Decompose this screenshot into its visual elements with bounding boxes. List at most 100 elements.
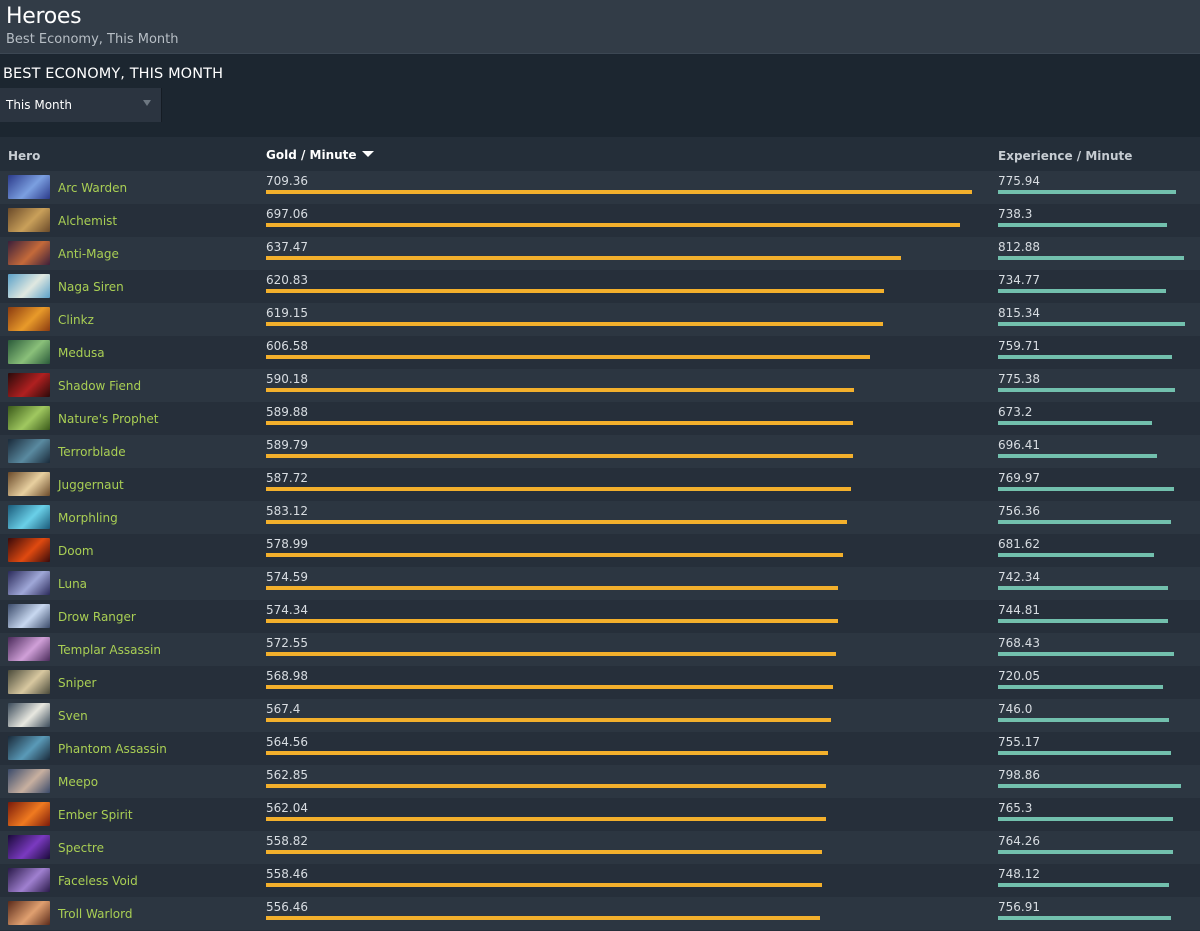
xpm-value: 734.77	[998, 273, 1040, 287]
xpm-value: 755.17	[998, 735, 1040, 749]
hero-portrait[interactable]	[8, 604, 50, 628]
table-row: Ember Spirit 562.04 765.3	[0, 798, 1200, 831]
hero-portrait[interactable]	[8, 505, 50, 529]
hero-portrait[interactable]	[8, 703, 50, 727]
hero-portrait[interactable]	[8, 472, 50, 496]
gpm-bar	[266, 784, 826, 788]
hero-name-link[interactable]: Alchemist	[58, 214, 117, 228]
hero-name-link[interactable]: Naga Siren	[58, 280, 124, 294]
table-row: Clinkz 619.15 815.34	[0, 303, 1200, 336]
hero-portrait[interactable]	[8, 208, 50, 232]
gpm-value: 589.79	[266, 438, 308, 452]
gpm-value: 562.85	[266, 768, 308, 782]
hero-name-link[interactable]: Troll Warlord	[58, 907, 132, 921]
hero-name-link[interactable]: Juggernaut	[58, 478, 124, 492]
gpm-bar	[266, 685, 833, 689]
gpm-value: 556.46	[266, 900, 308, 914]
hero-portrait[interactable]	[8, 340, 50, 364]
xpm-value: 798.86	[998, 768, 1040, 782]
xpm-bar	[998, 421, 1152, 425]
gpm-bar	[266, 883, 822, 887]
hero-portrait[interactable]	[8, 835, 50, 859]
hero-name-link[interactable]: Phantom Assassin	[58, 742, 167, 756]
gpm-bar	[266, 916, 820, 920]
xpm-bar	[998, 223, 1167, 227]
xpm-bar	[998, 586, 1168, 590]
hero-name-link[interactable]: Drow Ranger	[58, 610, 136, 624]
xpm-value: 765.3	[998, 801, 1033, 815]
hero-portrait[interactable]	[8, 637, 50, 661]
xpm-value: 756.36	[998, 504, 1040, 518]
hero-name-link[interactable]: Medusa	[58, 346, 105, 360]
economy-section: BEST ECONOMY, THIS MONTH This Month Hero…	[0, 55, 1200, 931]
hero-portrait[interactable]	[8, 736, 50, 760]
gpm-bar	[266, 718, 831, 722]
xpm-value: 673.2	[998, 405, 1033, 419]
table-row: Luna 574.59 742.34	[0, 567, 1200, 600]
hero-portrait[interactable]	[8, 769, 50, 793]
time-range-dropdown[interactable]: This Month	[0, 88, 162, 122]
hero-portrait[interactable]	[8, 571, 50, 595]
table-row: Templar Assassin 572.55 768.43	[0, 633, 1200, 666]
hero-name-link[interactable]: Shadow Fiend	[58, 379, 141, 393]
xpm-value: 759.71	[998, 339, 1040, 353]
column-header-hero[interactable]: Hero	[8, 149, 40, 163]
xpm-bar	[998, 256, 1184, 260]
hero-name-link[interactable]: Clinkz	[58, 313, 94, 327]
hero-name-link[interactable]: Sniper	[58, 676, 97, 690]
gpm-bar	[266, 850, 822, 854]
xpm-bar	[998, 454, 1157, 458]
gpm-value: 709.36	[266, 174, 308, 188]
hero-name-link[interactable]: Ember Spirit	[58, 808, 133, 822]
hero-name-link[interactable]: Faceless Void	[58, 874, 138, 888]
hero-name-link[interactable]: Sven	[58, 709, 88, 723]
xpm-value: 775.38	[998, 372, 1040, 386]
xpm-bar	[998, 190, 1176, 194]
hero-name-link[interactable]: Terrorblade	[58, 445, 126, 459]
gpm-bar	[266, 817, 826, 821]
gpm-value: 572.55	[266, 636, 308, 650]
hero-name-link[interactable]: Doom	[58, 544, 94, 558]
hero-name-link[interactable]: Nature's Prophet	[58, 412, 158, 426]
hero-name-link[interactable]: Morphling	[58, 511, 118, 525]
hero-portrait[interactable]	[8, 175, 50, 199]
xpm-bar	[998, 487, 1174, 491]
gpm-bar	[266, 322, 883, 326]
hero-portrait[interactable]	[8, 802, 50, 826]
xpm-value: 815.34	[998, 306, 1040, 320]
table-row: Shadow Fiend 590.18 775.38	[0, 369, 1200, 402]
xpm-value: 756.91	[998, 900, 1040, 914]
gpm-bar	[266, 586, 838, 590]
table-row: Phantom Assassin 564.56 755.17	[0, 732, 1200, 765]
hero-name-link[interactable]: Anti-Mage	[58, 247, 119, 261]
gpm-value: 567.4	[266, 702, 301, 716]
gpm-bar	[266, 553, 843, 557]
gpm-bar	[266, 619, 838, 623]
hero-name-link[interactable]: Arc Warden	[58, 181, 127, 195]
hero-portrait[interactable]	[8, 538, 50, 562]
hero-portrait[interactable]	[8, 274, 50, 298]
table-row: Medusa 606.58 759.71	[0, 336, 1200, 369]
hero-portrait[interactable]	[8, 901, 50, 925]
xpm-bar	[998, 883, 1169, 887]
hero-name-link[interactable]: Templar Assassin	[58, 643, 161, 657]
hero-portrait[interactable]	[8, 406, 50, 430]
hero-portrait[interactable]	[8, 868, 50, 892]
column-header-xpm[interactable]: Experience / Minute	[998, 149, 1132, 163]
hero-portrait[interactable]	[8, 241, 50, 265]
gpm-value: 697.06	[266, 207, 308, 221]
hero-portrait[interactable]	[8, 670, 50, 694]
gpm-bar	[266, 256, 901, 260]
hero-portrait[interactable]	[8, 373, 50, 397]
hero-name-link[interactable]: Luna	[58, 577, 87, 591]
table-row: Alchemist 697.06 738.3	[0, 204, 1200, 237]
sort-desc-icon	[361, 151, 374, 157]
gpm-bar	[266, 751, 828, 755]
page-title: Heroes	[6, 4, 82, 29]
gpm-bar	[266, 652, 836, 656]
hero-name-link[interactable]: Spectre	[58, 841, 104, 855]
hero-portrait[interactable]	[8, 439, 50, 463]
column-header-gpm[interactable]: Gold / Minute	[266, 148, 374, 162]
hero-name-link[interactable]: Meepo	[58, 775, 98, 789]
hero-portrait[interactable]	[8, 307, 50, 331]
